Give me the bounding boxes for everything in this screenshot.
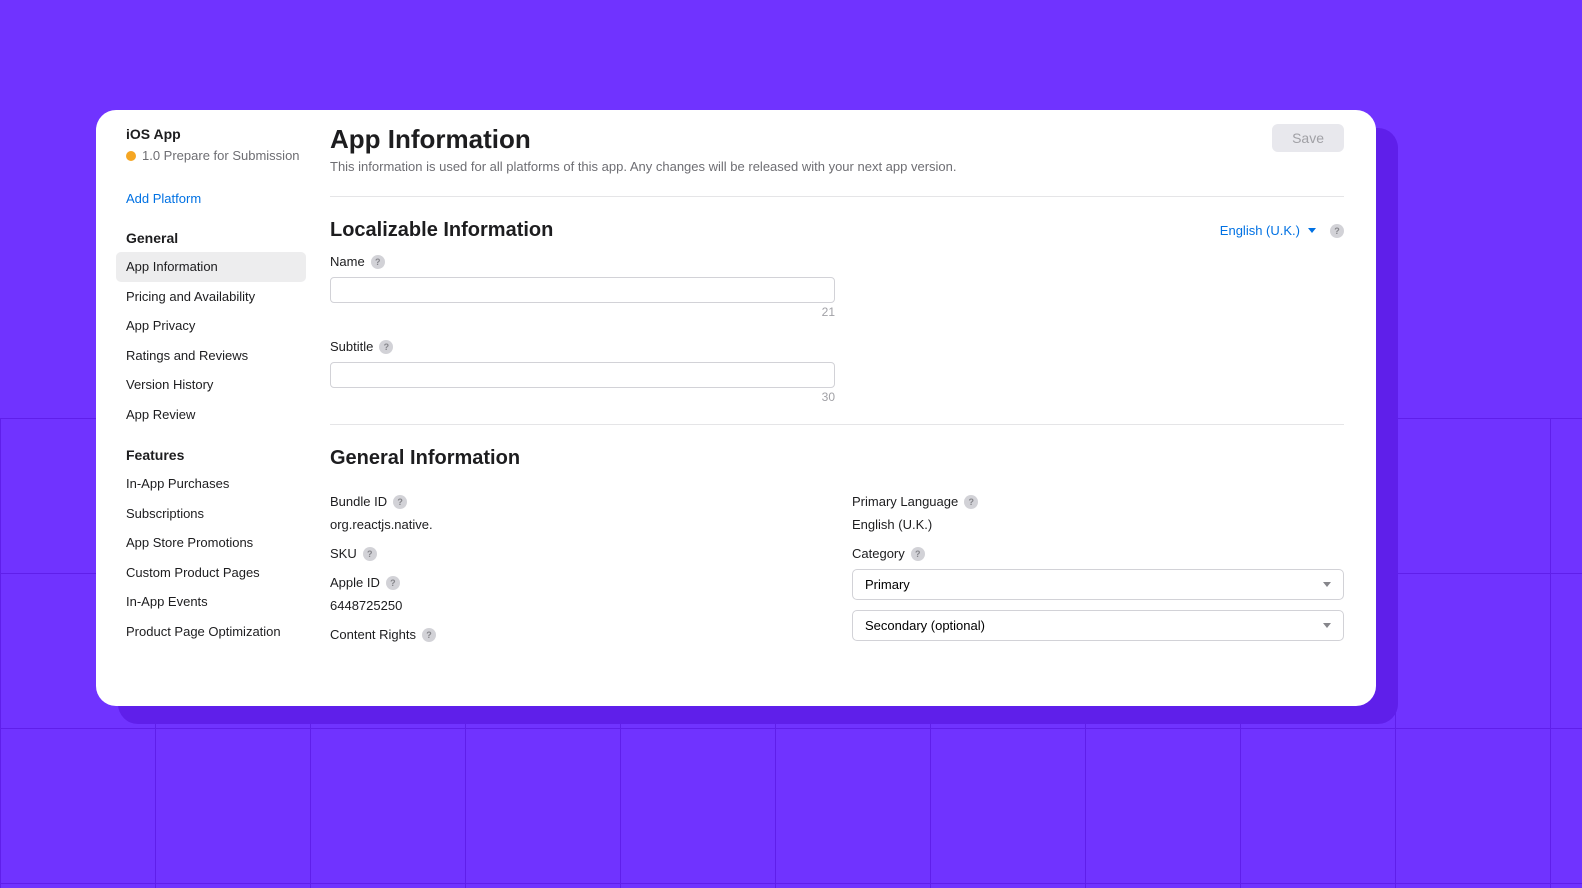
help-icon[interactable]: ? <box>386 576 400 590</box>
help-icon[interactable]: ? <box>379 340 393 354</box>
sidebar-item-product-page-optimization[interactable]: Product Page Optimization <box>96 617 314 647</box>
sidebar-group-features: Features In-App Purchases Subscriptions … <box>96 447 314 646</box>
name-field-label: Name ? <box>330 254 1344 269</box>
category-secondary-value: Secondary (optional) <box>865 618 985 633</box>
bundle-id-label: Bundle ID ? <box>330 494 820 509</box>
primary-language-value: English (U.K.) <box>852 517 1344 532</box>
status-dot-icon <box>126 151 136 161</box>
sidebar-item-iap[interactable]: In-App Purchases <box>96 469 314 499</box>
content-rights-label: Content Rights ? <box>330 627 820 642</box>
help-icon[interactable]: ? <box>363 547 377 561</box>
sidebar-item-app-store-promotions[interactable]: App Store Promotions <box>96 528 314 558</box>
chevron-down-icon <box>1323 623 1331 628</box>
app-info-panel: iOS App 1.0 Prepare for Submission Add P… <box>96 110 1376 706</box>
bundle-id-value: org.reactjs.native. <box>330 517 820 532</box>
help-icon[interactable]: ? <box>393 495 407 509</box>
sidebar-item-app-privacy[interactable]: App Privacy <box>96 311 314 341</box>
help-icon[interactable]: ? <box>911 547 925 561</box>
page-header: App Information This information is used… <box>330 124 1344 196</box>
subtitle-char-count: 30 <box>330 390 835 404</box>
sidebar-item-ratings-reviews[interactable]: Ratings and Reviews <box>96 341 314 371</box>
sidebar-item-app-review[interactable]: App Review <box>96 400 314 430</box>
save-button[interactable]: Save <box>1272 124 1344 152</box>
sidebar-item-custom-product-pages[interactable]: Custom Product Pages <box>96 558 314 588</box>
locale-selector-label: English (U.K.) <box>1220 223 1300 238</box>
help-icon[interactable]: ? <box>422 628 436 642</box>
subtitle-field-label: Subtitle ? <box>330 339 1344 354</box>
category-secondary-select[interactable]: Secondary (optional) <box>852 610 1344 641</box>
sidebar-item-version-status[interactable]: 1.0 Prepare for Submission <box>96 148 314 163</box>
name-input[interactable] <box>330 277 835 303</box>
general-col-right: Primary Language ? English (U.K.) Catego… <box>852 482 1344 651</box>
help-icon[interactable]: ? <box>371 255 385 269</box>
chevron-down-icon <box>1308 228 1316 233</box>
sidebar-group-title-features: Features <box>96 447 314 463</box>
main-content: App Information This information is used… <box>314 110 1376 706</box>
add-platform-link[interactable]: Add Platform <box>96 191 314 206</box>
sidebar-group-general: General App Information Pricing and Avai… <box>96 230 314 429</box>
category-label: Category ? <box>852 546 1344 561</box>
category-primary-select[interactable]: Primary <box>852 569 1344 600</box>
locale-selector[interactable]: English (U.K.) ? <box>1220 223 1344 238</box>
chevron-down-icon <box>1323 582 1331 587</box>
subtitle-input[interactable] <box>330 362 835 388</box>
sidebar-item-version-history[interactable]: Version History <box>96 370 314 400</box>
help-icon[interactable]: ? <box>1330 224 1344 238</box>
page-subtitle: This information is used for all platfor… <box>330 159 956 174</box>
general-col-left: Bundle ID ? org.reactjs.native. SKU ? Ap… <box>330 482 820 651</box>
localizable-section-title: Localizable Information <box>330 219 553 242</box>
primary-language-label: Primary Language ? <box>852 494 1344 509</box>
sidebar-item-in-app-events[interactable]: In-App Events <box>96 587 314 617</box>
name-char-count: 21 <box>330 305 835 319</box>
general-info-columns: Bundle ID ? org.reactjs.native. SKU ? Ap… <box>330 482 1344 651</box>
divider <box>330 424 1344 425</box>
sidebar-group-title-general: General <box>96 230 314 246</box>
sidebar-item-app-information[interactable]: App Information <box>116 252 306 282</box>
apple-id-value: 6448725250 <box>330 598 820 613</box>
sku-label: SKU ? <box>330 546 820 561</box>
page-title: App Information <box>330 124 956 155</box>
sidebar: iOS App 1.0 Prepare for Submission Add P… <box>96 110 314 706</box>
divider <box>330 196 1344 197</box>
general-section-title: General Information <box>330 447 520 470</box>
platform-name: iOS App <box>96 126 314 142</box>
apple-id-label: Apple ID ? <box>330 575 820 590</box>
category-primary-value: Primary <box>865 577 910 592</box>
localizable-section-header: Localizable Information English (U.K.) ? <box>330 219 1344 242</box>
general-section-header: General Information <box>330 447 1344 470</box>
version-status-label: 1.0 Prepare for Submission <box>142 148 300 163</box>
sidebar-item-pricing-availability[interactable]: Pricing and Availability <box>96 282 314 312</box>
sidebar-item-subscriptions[interactable]: Subscriptions <box>96 499 314 529</box>
help-icon[interactable]: ? <box>964 495 978 509</box>
